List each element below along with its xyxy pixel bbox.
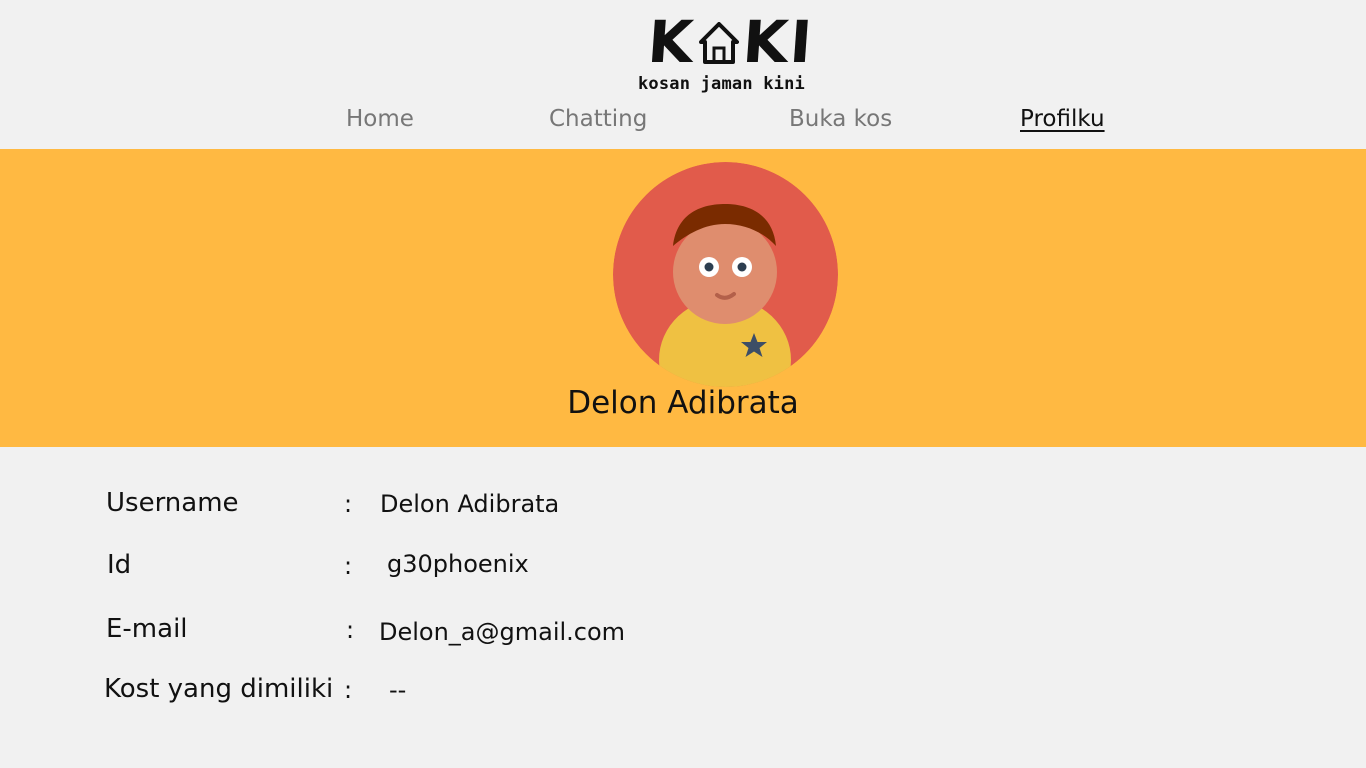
brand-logo[interactable]: K K I kosan jaman kini — [636, 8, 816, 96]
user-avatar-icon — [613, 162, 838, 387]
logo-tagline: kosan jaman kini — [638, 74, 805, 94]
kost-separator: : — [344, 676, 353, 704]
nav-home[interactable]: Home — [346, 106, 414, 132]
email-label: E-mail — [106, 614, 188, 644]
email-value: Delon_a@gmail.com — [379, 618, 626, 646]
kost-value: -- — [389, 676, 407, 704]
nav-chatting[interactable]: Chatting — [549, 106, 647, 132]
nav-buka-kos[interactable]: Buka kos — [789, 106, 892, 132]
profile-banner: Delon Adibrata — [0, 149, 1366, 447]
logo-wordmark: K K I — [645, 8, 816, 76]
kost-label: Kost yang dimiliki — [104, 674, 334, 704]
username-label: Username — [106, 488, 239, 518]
profile-name: Delon Adibrata — [567, 385, 799, 421]
username-separator: : — [344, 490, 353, 518]
profile-page: K K I kosan jaman kini Home Chatting Buk… — [0, 0, 1366, 768]
email-separator: : — [346, 616, 355, 644]
nav-profilku[interactable]: Profilku — [1020, 106, 1105, 132]
username-value: Delon Adibrata — [380, 490, 560, 518]
id-label: Id — [107, 550, 132, 580]
house-icon — [698, 22, 739, 64]
id-value: g30phoenix — [387, 550, 529, 578]
id-separator: : — [344, 552, 353, 580]
